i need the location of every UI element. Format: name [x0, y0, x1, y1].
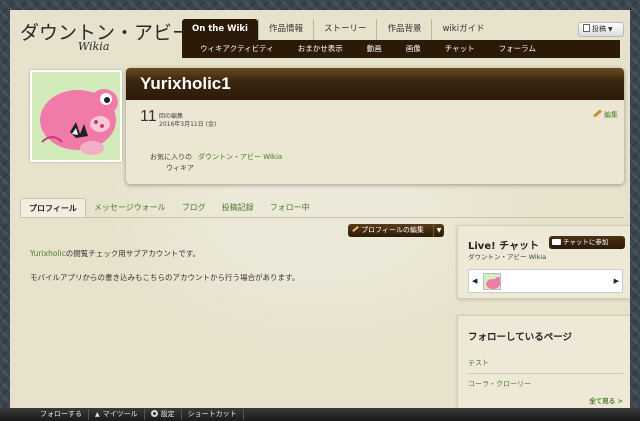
wiki-logo[interactable]: ダウントン・アビー Wikia — [18, 18, 191, 58]
chat-module: Live! チャット ダウントン・アビー Wikia チャットに参加 ◀ ▶ — [457, 225, 630, 299]
nav-sub-images[interactable]: 画像 — [394, 40, 433, 58]
fav-label: お気に入りの — [150, 153, 192, 161]
join-chat-label: チャットに参加 — [563, 238, 609, 246]
mytools-label: マイツール — [102, 410, 138, 418]
pencil-icon — [593, 109, 602, 118]
pink-dinosaur-thumb-icon — [484, 274, 500, 289]
contribute-label: 投稿 — [592, 25, 606, 33]
nav-tab-story[interactable]: ストーリー — [312, 19, 377, 40]
bio-line1: の閲覧チェック用サブアカウントです。 — [65, 249, 200, 258]
nav-sub-videos[interactable]: 動画 — [355, 40, 394, 58]
contribute-button[interactable]: 投稿 ▼ — [578, 22, 624, 37]
username-title: Yurixholic1 — [126, 68, 624, 100]
bottom-toolbar: フォローする ▲ マイツール 設定 ショートカット — [0, 408, 640, 421]
settings-label: 設定 — [160, 410, 175, 418]
nav-sub-random[interactable]: おまかせ表示 — [286, 40, 355, 58]
fav-wiki-link[interactable]: ダウントン・アビー Wikia — [198, 153, 282, 161]
chat-bubble-icon — [552, 239, 561, 245]
following-item[interactable]: テスト — [468, 358, 489, 368]
caret-up-icon: ▲ — [95, 411, 100, 418]
nav-tabs: On the Wiki 作品情報 ストーリー 作品背景 wikiガイド — [182, 19, 495, 40]
pencil-icon — [352, 225, 359, 233]
tab-blog[interactable]: ブログ — [174, 198, 214, 218]
nav-sub-chat[interactable]: チャット — [433, 40, 487, 58]
chevron-down-icon: ▼ — [608, 26, 613, 33]
tab-contributions[interactable]: 投稿記録 — [214, 198, 262, 218]
chat-wiki-name: ダウントン・アビー Wikia — [468, 253, 547, 261]
nav-tab-on-the-wiki[interactable]: On the Wiki — [182, 19, 258, 40]
chat-user-avatar[interactable] — [483, 273, 501, 290]
page: ダウントン・アビー Wikia On the Wiki 作品情報 ストーリー 作… — [10, 10, 630, 408]
tab-profile[interactable]: プロフィール — [20, 198, 86, 218]
toolbar-mytools[interactable]: ▲ マイツール — [89, 409, 145, 420]
nav-subbar: ウィキアクティビティ おまかせ表示 動画 画像 チャット フォーラム — [182, 40, 620, 58]
tab-message-wall[interactable]: メッセージウォール — [86, 198, 174, 218]
chevron-down-icon[interactable]: ▼ — [433, 224, 444, 237]
tab-divider — [20, 217, 624, 218]
masthead-edit-link[interactable]: 編集 — [593, 109, 618, 120]
toolbar-follow[interactable]: フォローする — [34, 409, 89, 420]
pink-dinosaur-avatar-icon — [32, 72, 120, 160]
gear-icon — [150, 410, 158, 417]
bio-user-link[interactable]: Yurixholic — [30, 249, 66, 258]
logo-subtitle: Wikia — [78, 40, 110, 53]
nav-tab-works[interactable]: 作品情報 — [257, 19, 313, 40]
join-chat-button[interactable]: チャットに参加 — [549, 236, 625, 249]
wiki-navigation: On the Wiki 作品情報 ストーリー 作品背景 wikiガイド ウィキア… — [182, 19, 620, 59]
following-divider — [468, 373, 623, 374]
carousel-next-icon[interactable]: ▶ — [614, 277, 619, 285]
following-module: フォローしているページ テスト コーラ・クローリー 全て見る > — [457, 315, 630, 408]
edit-profile-label: プロフィールの編集 — [361, 226, 424, 234]
toolbar-settings[interactable]: 設定 — [145, 409, 182, 420]
see-all-link[interactable]: 全て見る > — [589, 395, 623, 405]
edit-count: 11 回の編集 2016年3月11日 (金) — [140, 108, 216, 128]
user-masthead: Yurixholic1 11 回の編集 2016年3月11日 (金) 編集 お気… — [126, 68, 624, 184]
fav-label-2: ウィキア — [166, 164, 194, 172]
following-item[interactable]: コーラ・クローリー — [468, 379, 531, 389]
toolbar-shortcuts[interactable]: ショートカット — [182, 409, 244, 420]
nav-tab-wiki-guide[interactable]: wikiガイド — [431, 19, 494, 40]
avatar — [30, 70, 122, 162]
favorite-wikis: お気に入りの ダウントン・アビー Wikia ウィキア — [150, 152, 282, 174]
edit-profile-button[interactable]: プロフィールの編集 ▼ — [348, 224, 444, 237]
following-title: フォローしているページ — [468, 332, 573, 343]
masthead-edit-label: 編集 — [604, 111, 618, 119]
chat-title: Live! チャット — [468, 241, 540, 252]
profile-tabs: プロフィール メッセージウォール ブログ 投稿記録 フォロー中 — [20, 198, 318, 218]
tab-following[interactable]: フォロー中 — [262, 198, 318, 218]
bio-line2: モバイルアプリからの書き込みもこちらのアカウントから行う場合があります。 — [30, 273, 300, 282]
profile-bio: Yurixholicの閲覧チェック用サブアカウントです。 モバイルアプリからの書… — [30, 248, 299, 296]
page-icon — [583, 24, 590, 32]
nav-tab-background[interactable]: 作品背景 — [376, 19, 431, 40]
edit-date: 2016年3月11日 (金) — [159, 121, 217, 128]
nav-sub-activity[interactable]: ウィキアクティビティ — [188, 40, 286, 58]
edit-count-number: 11 — [140, 108, 157, 125]
nav-sub-forum[interactable]: フォーラム — [487, 40, 548, 58]
carousel-prev-icon[interactable]: ◀ — [472, 277, 477, 285]
chat-user-carousel: ◀ ▶ — [468, 269, 623, 293]
global-header: ダウントン・アビー Wikia On the Wiki 作品情報 ストーリー 作… — [10, 10, 630, 60]
